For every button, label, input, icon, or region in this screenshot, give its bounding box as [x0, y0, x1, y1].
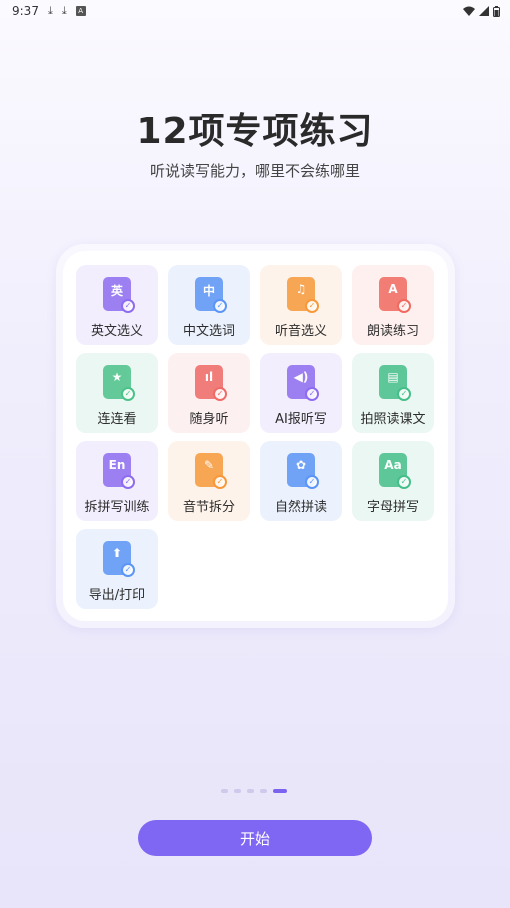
status-time: 9:37: [12, 4, 39, 18]
check-badge-icon: ✓: [397, 299, 411, 313]
page-dot[interactable]: [260, 789, 267, 793]
download-icon: ⤓: [61, 4, 67, 17]
start-button[interactable]: 开始: [138, 820, 372, 856]
check-badge-icon: ✓: [305, 475, 319, 489]
page-indicator: [221, 789, 287, 793]
page-subtitle: 听说读写能力，哪里不会练哪里: [149, 162, 360, 180]
photo-read-icon: ▤ ✓: [373, 363, 413, 403]
check-badge-icon: ✓: [305, 387, 319, 401]
practice-tile[interactable]: En ✓ 拆拼写训练: [76, 441, 158, 521]
tile-label: 导出/打印: [88, 588, 146, 603]
export-print-icon: ⬆ ✓: [97, 539, 137, 579]
check-badge-icon: ✓: [121, 387, 135, 401]
check-badge-icon: ✓: [397, 387, 411, 401]
practice-tile[interactable]: ▤ ✓ 拍照读课文: [352, 353, 434, 433]
chinese-word-icon: 中 ✓: [189, 275, 229, 315]
check-badge-icon: ✓: [305, 299, 319, 313]
tile-label: 听音选义: [274, 324, 327, 339]
tile-label: 随身听: [189, 412, 229, 427]
practice-tile[interactable]: ♫ ✓ 听音选义: [260, 265, 342, 345]
practice-tile[interactable]: 中 ✓ 中文选词: [168, 265, 250, 345]
download-icon: ⤓: [47, 4, 53, 17]
check-badge-icon: ✓: [213, 475, 227, 489]
status-bar: 9:37 ⤓ ⤓ A: [0, 0, 510, 22]
ai-dictation-icon: ◀) ✓: [281, 363, 321, 403]
practice-tile[interactable]: 英 ✓ 英文选义: [76, 265, 158, 345]
page-title: 12项专项练习: [136, 111, 374, 152]
match-icon: ★ ✓: [97, 363, 137, 403]
wifi-icon: [463, 6, 475, 16]
tile-label: 拍照读课文: [360, 412, 426, 427]
check-badge-icon: ✓: [121, 299, 135, 313]
practice-tile[interactable]: Aa ✓ 字母拼写: [352, 441, 434, 521]
practice-grid: 英 ✓ 英文选义 中 ✓ 中文选词 ♫ ✓ 听音选义 A ✓ 朗读练习 ★ ✓ 连连看 ıl ✓ 随身听 ◀) ✓ AI…: [76, 265, 436, 609]
spelling-split-icon: En ✓: [97, 451, 137, 491]
practice-tile[interactable]: A ✓ 朗读练习: [352, 265, 434, 345]
tile-label: 自然拼读: [274, 500, 327, 515]
portable-listen-icon: ıl ✓: [189, 363, 229, 403]
tile-label: 拆拼写训练: [84, 500, 150, 515]
battery-icon: [493, 5, 500, 17]
app-notification-icon: A: [75, 6, 86, 16]
practice-tile[interactable]: ◀) ✓ AI报听写: [260, 353, 342, 433]
practice-tile[interactable]: ıl ✓ 随身听: [168, 353, 250, 433]
practice-tile[interactable]: ★ ✓ 连连看: [76, 353, 158, 433]
read-aloud-icon: A ✓: [373, 275, 413, 315]
check-badge-icon: ✓: [121, 475, 135, 489]
tile-label: 音节拆分: [182, 500, 235, 515]
page-dot[interactable]: [221, 789, 228, 793]
signal-icon: [479, 6, 489, 16]
tile-label: 连连看: [97, 412, 137, 427]
tile-label: AI报听写: [275, 412, 327, 427]
tile-label: 中文选词: [182, 324, 235, 339]
headphone-icon: ♫ ✓: [281, 275, 321, 315]
status-left: 9:37 ⤓ ⤓ A: [12, 4, 86, 18]
phonics-icon: ✿ ✓: [281, 451, 321, 491]
syllable-split-icon: ✎ ✓: [189, 451, 229, 491]
page-dot[interactable]: [247, 789, 254, 793]
page-dot[interactable]: [234, 789, 241, 793]
english-meaning-icon: 英 ✓: [97, 275, 137, 315]
practice-tile[interactable]: ⬆ ✓ 导出/打印: [76, 529, 158, 609]
tile-label: 字母拼写: [366, 500, 419, 515]
check-badge-icon: ✓: [213, 387, 227, 401]
tile-label: 英文选义: [90, 324, 143, 339]
check-badge-icon: ✓: [397, 475, 411, 489]
check-badge-icon: ✓: [121, 563, 135, 577]
letter-spelling-icon: Aa ✓: [373, 451, 413, 491]
tile-label: 朗读练习: [366, 324, 419, 339]
page-dot[interactable]: [273, 789, 287, 793]
practice-tile[interactable]: ✎ ✓ 音节拆分: [168, 441, 250, 521]
check-badge-icon: ✓: [213, 299, 227, 313]
status-right: [463, 5, 500, 17]
practice-tile[interactable]: ✿ ✓ 自然拼读: [260, 441, 342, 521]
